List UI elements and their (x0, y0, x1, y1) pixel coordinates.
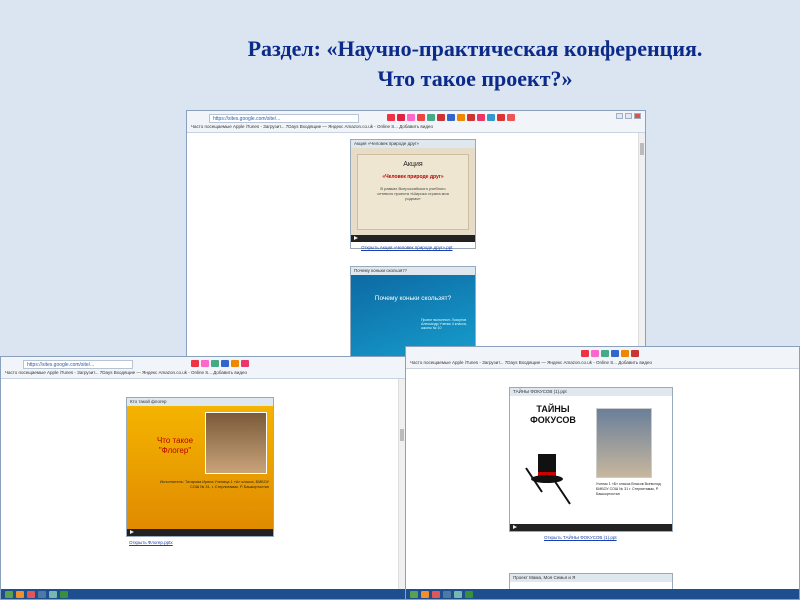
slide-card-floger: Кто такой флогер Что такое "Флогер" Испо… (126, 397, 274, 537)
ie-icon[interactable] (38, 590, 46, 598)
card-header: Проект Мама, Моя Семья и Я (510, 574, 672, 582)
tab-icon[interactable] (397, 114, 405, 121)
tab-icon[interactable] (487, 114, 495, 121)
tab-icon[interactable] (467, 114, 475, 121)
slide-preview[interactable]: ТАЙНЫ ФОКУСОВ Ученик 1 «Б» класса Власов… (510, 396, 672, 526)
tab-icon[interactable] (457, 114, 465, 121)
open-file-link[interactable]: Открыть Флогер.pptx (129, 540, 173, 545)
tab-icon[interactable] (387, 114, 395, 121)
bookmarks-bar[interactable]: Часто посещаемые Apple iTunes - Загрузит… (5, 370, 247, 375)
close-icon[interactable] (634, 113, 641, 119)
slide-controls[interactable] (127, 529, 273, 536)
start-icon[interactable] (410, 590, 418, 598)
browser-chrome: https://sites.google.com/site/... Часто … (187, 111, 645, 133)
heading-line-2: Что такое проект?» (377, 66, 573, 91)
open-file-link[interactable]: Открыть Акция «Человек природе друг».ppt (361, 245, 452, 250)
tab-icon[interactable] (477, 114, 485, 121)
tab-strip (191, 360, 249, 367)
slide-text: Проект выполнил: Лоскутов Александр Учен… (421, 318, 467, 330)
taskbar (406, 589, 799, 599)
app-icon[interactable] (454, 590, 462, 598)
scrollbar[interactable] (398, 379, 405, 589)
tab-icon[interactable] (631, 350, 639, 357)
ie-icon[interactable] (443, 590, 451, 598)
tab-strip (581, 350, 639, 357)
tab-icon[interactable] (231, 360, 239, 367)
tab-icon[interactable] (507, 114, 515, 121)
play-icon[interactable] (513, 525, 517, 529)
tab-icon[interactable] (611, 350, 619, 357)
maximize-icon[interactable] (625, 113, 632, 119)
page-heading: Раздел: «Научно-практическая конференция… (0, 34, 800, 94)
explorer-icon[interactable] (421, 590, 429, 598)
tab-icon[interactable] (221, 360, 229, 367)
tab-icon[interactable] (437, 114, 445, 121)
browser-chrome: Часто посещаемые Apple iTunes - Загрузит… (406, 347, 799, 369)
browser-screenshot-top: https://sites.google.com/site/... Часто … (186, 110, 646, 368)
tab-icon[interactable] (241, 360, 249, 367)
tab-icon[interactable] (191, 360, 199, 367)
play-icon[interactable] (130, 530, 134, 534)
slide-caption: Ученик 1 «Б» класса Власов Всеволод БМБО… (596, 482, 661, 496)
browser-screenshot-left: https://sites.google.com/site/... Часто … (0, 356, 420, 600)
slide-subtitle: «Человек природе друг» (382, 174, 444, 180)
card-header: Акция «Человек природе друг» (351, 140, 475, 148)
opera-icon[interactable] (27, 590, 35, 598)
tab-icon[interactable] (591, 350, 599, 357)
tab-icon[interactable] (201, 360, 209, 367)
tab-icon[interactable] (601, 350, 609, 357)
author-photo (205, 412, 267, 474)
bookmarks-bar[interactable]: Часто посещаемые Apple iTunes - Загрузит… (191, 124, 433, 129)
tab-icon[interactable] (621, 350, 629, 357)
start-icon[interactable] (5, 590, 13, 598)
opera-icon[interactable] (432, 590, 440, 598)
slide-title: Акция (403, 161, 423, 168)
scrollbar-thumb[interactable] (640, 143, 644, 155)
slide-title: ТАЙНЫ ФОКУСОВ (530, 404, 576, 425)
slide-card-fokusy: ТАЙНЫ ФОКУСОВ (1).ppt ТАЙНЫ ФОКУСОВ Учен… (509, 387, 673, 532)
slide-preview[interactable]: Акция «Человек природе друг» В рамках Вс… (351, 148, 475, 236)
tab-icon[interactable] (407, 114, 415, 121)
app-icon[interactable] (49, 590, 57, 598)
excel-icon[interactable] (465, 590, 473, 598)
bookmarks-bar[interactable]: Часто посещаемые Apple iTunes - Загрузит… (410, 360, 652, 365)
browser-chrome: https://sites.google.com/site/... Часто … (1, 357, 419, 379)
address-bar[interactable]: https://sites.google.com/site/... (23, 360, 133, 369)
taskbar (1, 589, 419, 599)
heading-line-1: Раздел: «Научно-практическая конференция… (247, 36, 703, 61)
scrollbar-thumb[interactable] (400, 429, 404, 441)
play-icon[interactable] (354, 236, 358, 240)
slide-controls[interactable] (510, 524, 672, 531)
slide-title: Почему коньки скользят? (374, 295, 452, 302)
slide-preview[interactable]: Что такое "Флогер" Исполнитель: Татарова… (127, 406, 273, 531)
address-bar[interactable]: https://sites.google.com/site/... (209, 114, 359, 123)
tab-strip (387, 114, 515, 121)
slide-title: Что такое "Флогер" (156, 436, 194, 455)
card-header: ТАЙНЫ ФОКУСОВ (1).ppt (510, 388, 672, 396)
card-header: Кто такой флогер (127, 398, 273, 406)
slide-author: Исполнитель: Татарова Ирина Ученица 1 «А… (159, 480, 269, 489)
slide-card-akcia: Акция «Человек природе друг» Акция «Чело… (350, 139, 476, 250)
tab-icon[interactable] (497, 114, 505, 121)
explorer-icon[interactable] (16, 590, 24, 598)
slide-controls[interactable] (351, 235, 475, 242)
card-header: Почему коньки скользят? (351, 267, 475, 275)
tab-icon[interactable] (211, 360, 219, 367)
open-file-link[interactable]: Открыть ТАЙНЫ ФОКУСОВ (1).ppt (544, 535, 617, 540)
tab-icon[interactable] (447, 114, 455, 121)
magic-hat-icon (525, 454, 571, 505)
tab-icon[interactable] (417, 114, 425, 121)
minimize-icon[interactable] (616, 113, 623, 119)
scrollbar[interactable] (638, 133, 645, 357)
author-photo (596, 408, 652, 478)
slide-text: В рамках Всероссийского учебного сетевог… (377, 186, 449, 201)
tab-icon[interactable] (581, 350, 589, 357)
browser-screenshot-right: Часто посещаемые Apple iTunes - Загрузит… (405, 346, 800, 600)
excel-icon[interactable] (60, 590, 68, 598)
tab-icon[interactable] (427, 114, 435, 121)
